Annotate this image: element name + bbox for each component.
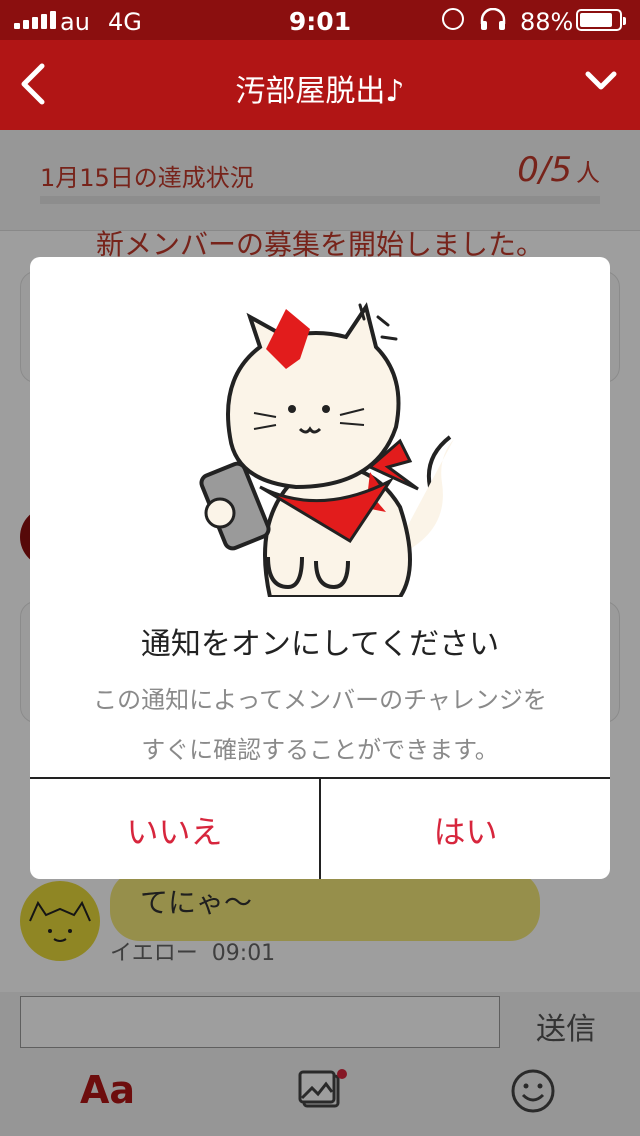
notification-dialog: 通知をオンにしてください この通知によってメンバーのチャレンジを すぐに確認する…: [30, 257, 610, 879]
status-bar: au 4G 9:01 88%: [0, 0, 640, 40]
headphones-icon: [478, 7, 508, 38]
rotation-lock-icon: [442, 8, 464, 30]
chevron-down-icon[interactable]: [584, 70, 618, 96]
dialog-title: 通知をオンにしてください: [140, 627, 500, 662]
dialog-description-line: すぐに確認することができます。: [141, 736, 499, 764]
dialog-description: この通知によってメンバーのチャレンジを すぐに確認することができます。: [70, 675, 570, 775]
no-button[interactable]: いいえ: [30, 779, 321, 879]
cat-with-phone-illustration: [30, 297, 610, 599]
battery-percent: 88%: [520, 8, 574, 36]
yes-button[interactable]: はい: [321, 779, 610, 879]
battery-icon: [576, 9, 626, 31]
nav-bar: 汚部屋脱出♪: [0, 40, 640, 130]
page-title: 汚部屋脱出♪: [235, 74, 405, 109]
dialog-description-line: この通知によってメンバーのチャレンジを: [93, 686, 547, 714]
dialog-actions: いいえ はい: [30, 777, 610, 879]
